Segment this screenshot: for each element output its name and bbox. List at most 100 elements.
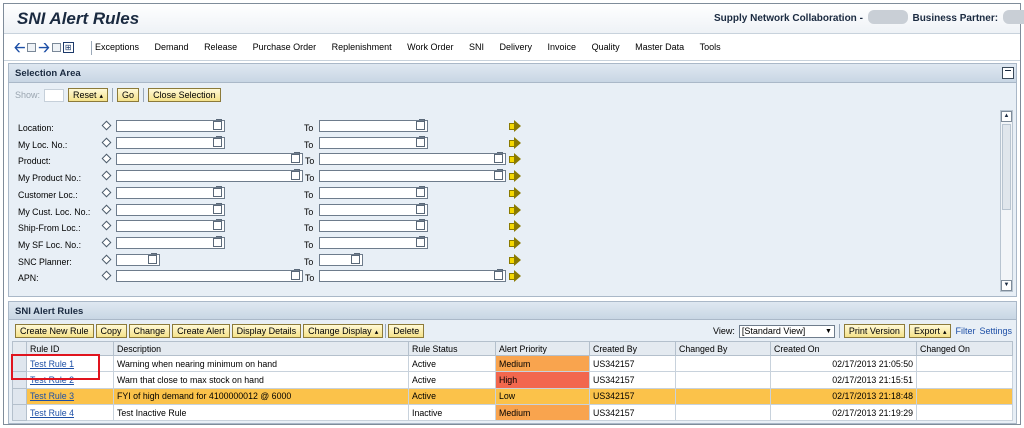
option-diamond-icon[interactable] [101,187,112,198]
collapse-icon[interactable] [1002,67,1014,79]
value-help-icon[interactable] [291,169,300,181]
change-display-button[interactable]: Change Display [303,324,384,338]
criteria-from-input[interactable] [116,120,225,132]
nav-item-replenishment[interactable]: Replenishment [332,42,392,52]
criteria-to-input[interactable] [319,186,428,199]
scroll-up-icon[interactable]: ▲ [1001,111,1012,122]
row-selector[interactable] [12,403,27,422]
nav-item-demand[interactable]: Demand [155,42,189,52]
multiple-selection-icon[interactable] [509,253,521,266]
option-diamond-icon[interactable] [101,137,112,148]
nav-item-purchase-order[interactable]: Purchase Order [253,42,317,52]
view-select[interactable]: [Standard View] [738,324,835,338]
value-help-icon[interactable] [494,169,503,181]
value-help-icon[interactable] [416,135,425,147]
value-help-icon[interactable] [416,119,425,130]
option-diamond-icon[interactable] [101,237,112,248]
value-help-icon[interactable] [416,185,425,197]
option-diamond-icon[interactable] [101,170,112,181]
print-version-button[interactable]: Print Version [843,324,905,338]
criteria-from-input[interactable] [116,236,225,249]
criteria-to-input[interactable] [319,170,506,183]
column-header-description[interactable]: Description [113,341,409,356]
show-dropdown[interactable] [44,88,65,102]
rule-id-link[interactable]: Test Rule 1 [30,359,74,369]
value-help-icon[interactable] [291,152,300,164]
multiple-selection-icon[interactable] [509,186,521,199]
option-diamond-icon[interactable] [101,153,112,164]
column-header-created-by[interactable]: Created By [589,341,676,356]
value-help-icon[interactable] [351,252,360,264]
rule-id-link[interactable]: Test Rule 2 [30,375,74,385]
go-button[interactable]: Go [117,88,140,102]
value-help-icon[interactable] [416,202,425,214]
criteria-to-input[interactable] [319,136,428,149]
close-selection-button[interactable]: Close Selection [148,88,221,102]
rule-id-link[interactable]: Test Rule 3 [30,391,74,401]
criteria-from-input[interactable] [116,270,303,283]
option-diamond-icon[interactable] [101,204,112,214]
column-header-changed-on[interactable]: Changed On [916,341,1013,356]
row-selector[interactable] [12,371,27,389]
criteria-to-input[interactable] [319,120,428,132]
table-row[interactable]: Test Rule 1 Warning when nearing minimum … [12,354,1013,373]
value-help-icon[interactable] [213,219,222,231]
value-help-icon[interactable] [213,135,222,147]
column-header-alert-priority[interactable]: Alert Priority [495,341,590,356]
back-arrow-icon[interactable]: 🡠 [14,40,25,54]
value-help-icon[interactable] [291,269,300,281]
multiple-selection-icon[interactable] [509,220,521,233]
criteria-to-input[interactable] [319,220,428,233]
multiple-selection-icon[interactable] [509,120,521,132]
favorites-icon[interactable]: ⊞ [62,41,74,53]
create-new-rule-button[interactable]: Create New Rule [15,324,94,338]
multiple-selection-icon[interactable] [509,170,521,183]
nav-item-invoice[interactable]: Invoice [548,42,577,52]
column-header-changed-by[interactable]: Changed By [675,341,771,356]
delete-button[interactable]: Delete [388,324,425,338]
multiple-selection-icon[interactable] [509,270,521,283]
reset-button[interactable]: Reset [68,88,109,102]
column-header-created-on[interactable]: Created On [770,341,917,356]
scroll-thumb[interactable] [1002,124,1011,210]
value-help-icon[interactable] [213,185,222,197]
criteria-to-input[interactable] [319,236,428,249]
value-help-icon[interactable] [213,202,222,214]
settings-link[interactable]: Settings [979,326,1012,336]
value-help-icon[interactable] [213,235,222,247]
row-selector[interactable] [12,354,27,373]
criteria-from-input[interactable] [116,170,303,183]
criteria-from-input[interactable] [116,220,225,233]
value-help-icon[interactable] [494,152,503,164]
criteria-from-input[interactable] [116,153,303,166]
option-diamond-icon[interactable] [101,120,112,131]
back-history-icon[interactable] [27,42,37,52]
table-row[interactable]: Test Rule 2 Warn that close to max stock … [12,371,1013,389]
multiple-selection-icon[interactable] [509,203,521,216]
export-button[interactable]: Export [908,324,952,338]
filter-link[interactable]: Filter [955,326,975,336]
scroll-down-icon[interactable]: ▼ [1001,280,1012,291]
column-header-rule-id[interactable]: Rule ID [26,341,114,356]
option-diamond-icon[interactable] [101,220,112,231]
nav-item-sni[interactable]: SNI [469,42,484,52]
option-diamond-icon[interactable] [101,270,112,281]
criteria-to-input[interactable] [319,153,506,166]
nav-item-tools[interactable]: Tools [700,42,721,52]
value-help-icon[interactable] [213,119,222,130]
criteria-to-input[interactable] [319,203,428,216]
value-help-icon[interactable] [148,252,157,264]
multiple-selection-icon[interactable] [509,236,521,249]
nav-item-release[interactable]: Release [204,42,237,52]
table-row[interactable]: Test Rule 3 FYI of high demand for 410000… [12,387,1013,405]
copy-button[interactable]: Copy [95,324,127,338]
option-diamond-icon[interactable] [101,254,112,265]
multiple-selection-icon[interactable] [509,136,521,149]
criteria-from-input[interactable] [116,203,225,216]
forward-arrow-icon[interactable]: 🡢 [38,40,49,54]
nav-item-master-data[interactable]: Master Data [635,42,684,52]
selection-scrollbar[interactable]: ▲ ▼ [1000,110,1013,292]
rule-id-link[interactable]: Test Rule 4 [30,408,74,418]
display-details-button[interactable]: Display Details [231,324,302,338]
value-help-icon[interactable] [416,235,425,247]
